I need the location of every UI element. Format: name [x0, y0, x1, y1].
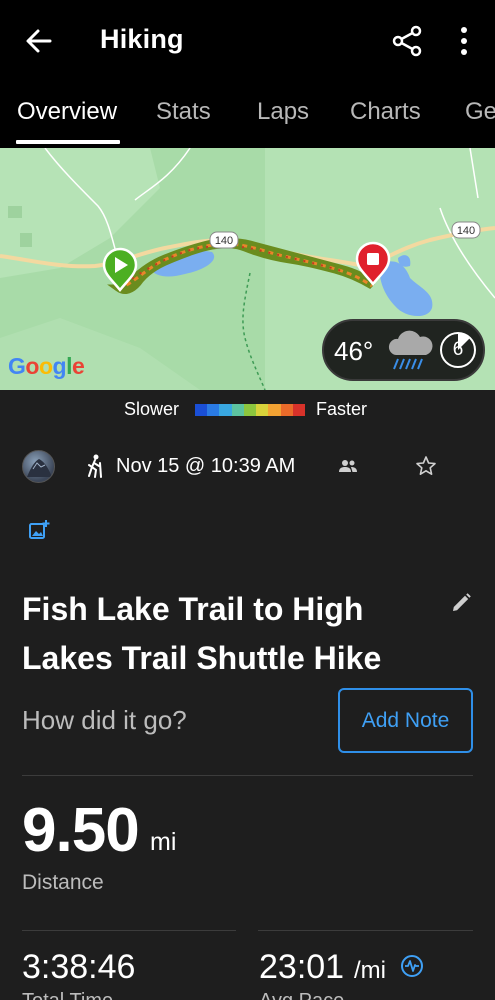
total-time-label: Total Time	[22, 990, 113, 1000]
activity-info-row: Nov 15 @ 10:39 AM	[0, 448, 495, 488]
feedback-prompt: How did it go?	[22, 705, 187, 735]
people-icon[interactable]	[338, 458, 358, 474]
pulse-info-icon[interactable]	[400, 954, 424, 978]
distance-unit: mi	[150, 828, 177, 856]
divider	[258, 930, 473, 931]
distance-value: 9.50	[22, 796, 140, 865]
google-logo: Google	[8, 353, 85, 379]
weather-badge[interactable]: 46° 6	[322, 319, 485, 381]
svg-text:140: 140	[457, 225, 475, 237]
share-icon[interactable]	[390, 24, 424, 58]
hiker-icon	[88, 454, 102, 478]
legend-swatch	[231, 404, 244, 416]
tab-laps[interactable]: Laps	[257, 98, 309, 126]
speed-legend: Slower Faster	[0, 398, 495, 422]
tab-charts[interactable]: Charts	[350, 98, 421, 126]
legend-swatch	[280, 404, 293, 416]
legend-slower-label: Slower	[124, 399, 180, 419]
edit-pencil-icon[interactable]	[450, 592, 472, 614]
activity-datetime: Nov 15 @ 10:39 AM	[116, 455, 296, 477]
add-photo-icon[interactable]	[28, 519, 50, 541]
legend-swatch	[243, 404, 257, 416]
star-icon[interactable]	[414, 454, 438, 478]
page-title: Hiking	[100, 24, 184, 54]
svg-text:140: 140	[215, 235, 233, 247]
distance-label: Distance	[22, 871, 104, 894]
active-tab-indicator	[16, 140, 120, 144]
tab-stats[interactable]: Stats	[156, 98, 211, 126]
legend-swatch	[256, 404, 269, 416]
more-vertical-icon[interactable]	[452, 24, 476, 58]
legend-swatch	[207, 404, 220, 416]
divider	[22, 775, 473, 776]
app-bar: Hiking	[0, 0, 495, 82]
tab-overview[interactable]: Overview	[17, 98, 117, 126]
avg-pace-label: Avg Pace	[259, 990, 344, 1000]
legend-swatch	[219, 404, 232, 416]
legend-faster-label: Faster	[316, 399, 368, 419]
avg-pace-unit: /mi	[354, 957, 386, 984]
activity-title: Fish Lake Trail to High Lakes Trail Shut…	[22, 591, 382, 676]
arrow-left-icon[interactable]	[22, 24, 56, 58]
divider	[22, 930, 236, 931]
road-shield-140-east: 140	[451, 221, 481, 239]
temperature-value: 46°	[334, 336, 374, 366]
road-shield-140-west: 140	[209, 231, 239, 249]
total-time-value: 3:38:46	[22, 948, 136, 986]
tab-bar: Overview Stats Laps Charts Ge	[0, 82, 495, 148]
legend-swatch	[195, 404, 208, 416]
legend-swatch	[268, 404, 281, 416]
avg-pace-value: 23:01	[259, 948, 345, 986]
legend-swatch	[292, 404, 305, 416]
tab-gear[interactable]: Ge	[465, 98, 495, 126]
add-note-button[interactable]: Add Note	[338, 688, 473, 753]
rain-cloud-icon	[388, 330, 433, 370]
wind-speed-value: 6	[452, 339, 464, 360]
avatar[interactable]	[22, 450, 55, 483]
legend-gradient-bar	[195, 404, 305, 416]
